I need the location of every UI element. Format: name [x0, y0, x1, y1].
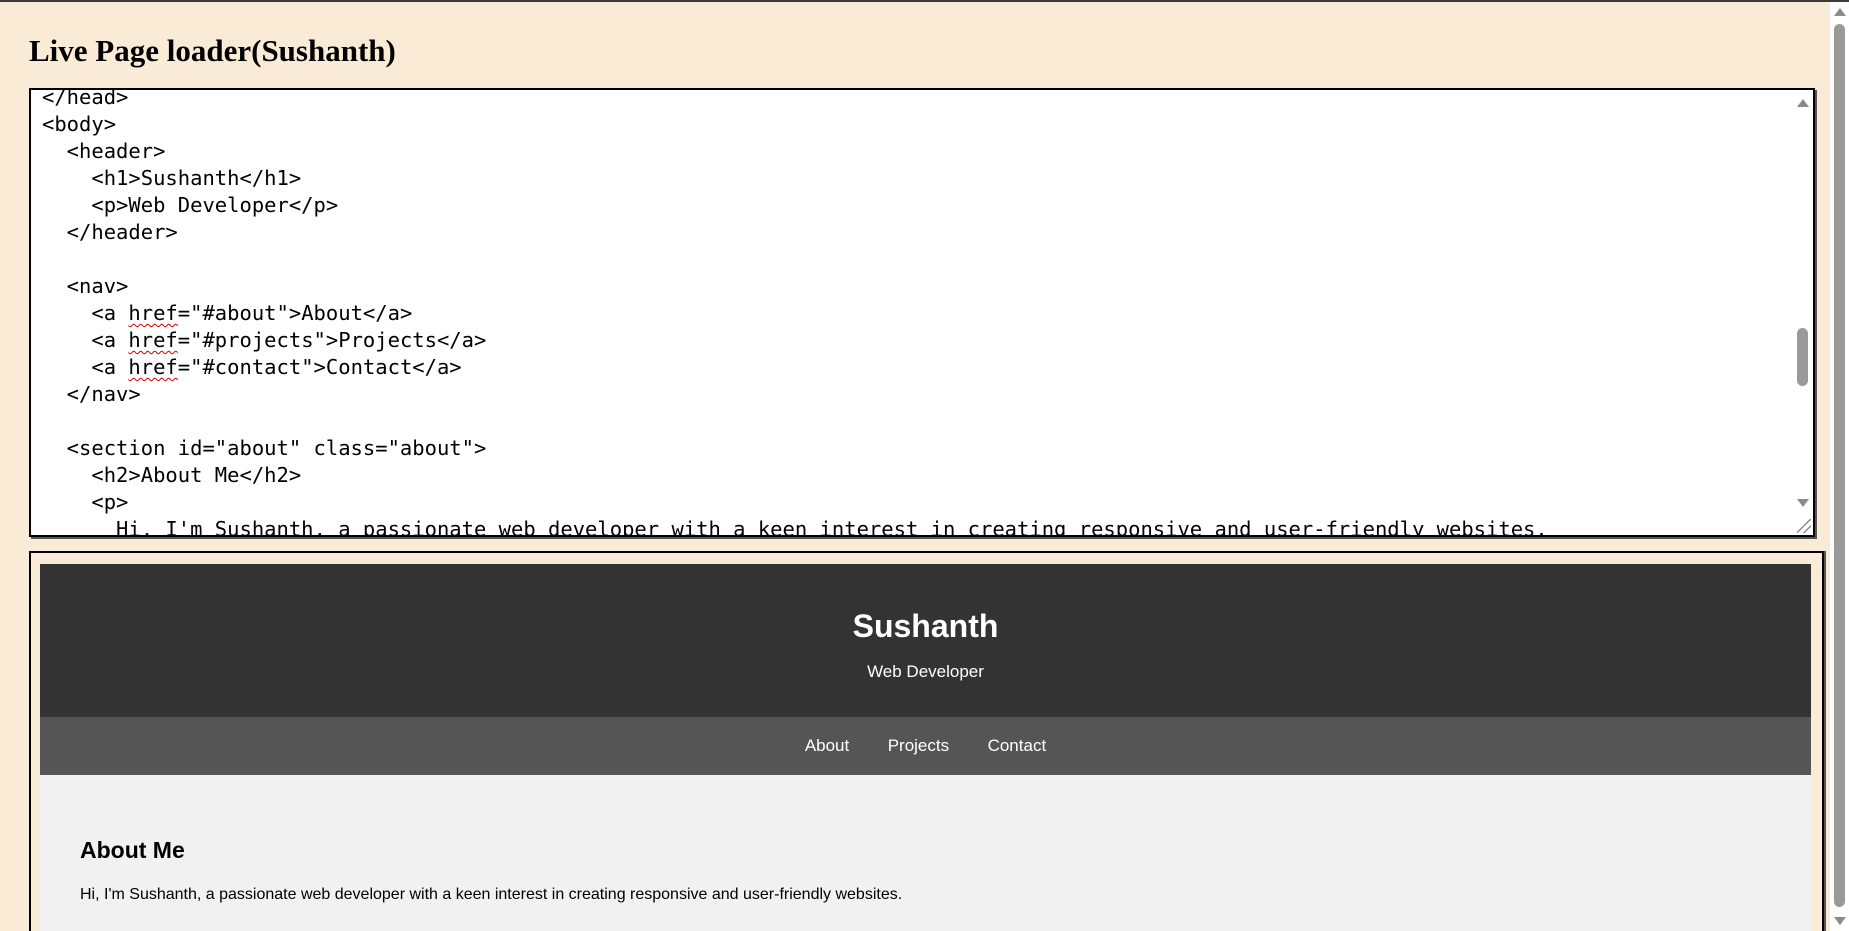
preview-page: Sushanth Web Developer About Projects Co… — [40, 564, 1811, 931]
about-text: Hi, I'm Sushanth, a passionate web devel… — [80, 886, 903, 903]
spellcheck-underline: href — [128, 301, 178, 325]
editor-scrollbar[interactable] — [1793, 90, 1813, 535]
code-line: Hi, I'm Sushanth, a passionate web devel… — [42, 517, 1548, 537]
editor-scrollbar-thumb[interactable] — [1797, 328, 1808, 386]
preview-header: Sushanth Web Developer — [40, 564, 1811, 717]
resize-grip-icon[interactable] — [1797, 519, 1811, 533]
code-line: <p> — [42, 490, 129, 514]
preview-nav: About Projects Contact — [40, 717, 1811, 775]
code-line: <section id="about" class="about"> — [42, 436, 487, 460]
code-line: <body> — [42, 112, 117, 136]
code-editor-textarea[interactable]: </head> <body> <header> <h1>Sushanth</h1>… — [29, 88, 1815, 537]
nav-link-contact[interactable]: Contact — [988, 717, 1047, 775]
page-scrollbar[interactable] — [1830, 2, 1849, 931]
code-line: </nav> — [42, 382, 141, 406]
scroll-up-arrow-icon[interactable] — [1797, 99, 1809, 107]
window-top-border — [0, 0, 1849, 2]
nav-link-projects[interactable]: Projects — [888, 717, 949, 775]
code-line: <p>Web Developer</p> — [42, 193, 339, 217]
page-scroll-down-arrow-icon[interactable] — [1834, 917, 1846, 925]
preview-name: Sushanth — [852, 608, 999, 644]
code-line: <h2>About Me</h2> — [42, 463, 302, 487]
about-heading: About Me — [80, 837, 185, 863]
spellcheck-underline: href — [128, 355, 178, 379]
page-title: Live Page loader(Sushanth) — [29, 33, 396, 68]
spellcheck-underline: href — [128, 328, 178, 352]
preview-role: Web Developer — [867, 662, 984, 681]
code-line: </head> — [42, 88, 129, 109]
scroll-down-arrow-icon[interactable] — [1797, 499, 1809, 507]
code-line: <a href="#contact">Contact</a> — [42, 355, 462, 379]
page-scrollbar-thumb[interactable] — [1834, 24, 1845, 907]
code-line: <a href="#projects">Projects</a> — [42, 328, 487, 352]
nav-link-about[interactable]: About — [805, 717, 849, 775]
code-line: <a href="#about">About</a> — [42, 301, 413, 325]
code-line: <header> — [42, 139, 166, 163]
code-line: <h1>Sushanth</h1> — [42, 166, 302, 190]
live-preview-frame[interactable]: Sushanth Web Developer About Projects Co… — [29, 551, 1824, 931]
code-line: </header> — [42, 220, 178, 244]
page-scroll-up-arrow-icon[interactable] — [1834, 8, 1846, 16]
code-line: <nav> — [42, 274, 129, 298]
code-content[interactable]: </head> <body> <header> <h1>Sushanth</h1>… — [42, 88, 1548, 537]
